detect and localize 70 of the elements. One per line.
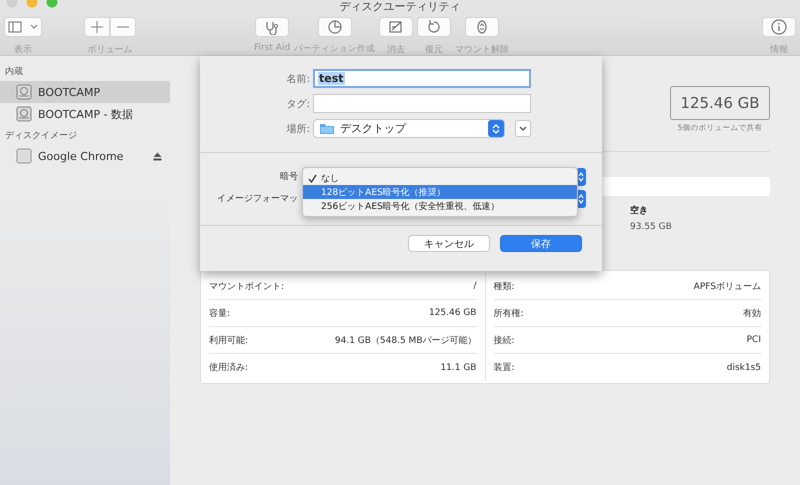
location-popup[interactable]: デスクトップ <box>313 119 505 138</box>
field-label: タグ: <box>286 98 311 110</box>
save-button[interactable]: 保存 <box>500 235 582 252</box>
checkmark-icon <box>308 174 316 182</box>
info-button[interactable] <box>762 17 796 37</box>
drive-icon <box>16 84 32 100</box>
info-label: マウントポイント: <box>209 280 284 292</box>
sidebar-item[interactable]: BOOTCAMP - 数据 <box>0 103 170 125</box>
drive-icon <box>16 106 32 122</box>
info-label: 種類: <box>494 280 515 292</box>
info-label: 使用済み: <box>209 362 248 374</box>
free-value: 93.55 GB <box>630 222 673 232</box>
field-label: イメージフォーマッ <box>216 193 298 205</box>
info-label: 接続: <box>494 334 515 346</box>
section-header: 内蔵 <box>4 66 24 79</box>
remove-button[interactable] <box>110 17 136 37</box>
capacity-box: 125.46 GB <box>670 86 770 120</box>
plus-icon <box>91 21 103 33</box>
cancel-button[interactable]: キャンセル <box>408 235 490 252</box>
window-title: ディスクユーティリティ <box>340 0 460 14</box>
tag-field[interactable] <box>313 94 531 113</box>
info-value: 有効 <box>743 308 761 320</box>
info-value: disk1s5 <box>726 362 761 372</box>
chevron-icon <box>30 24 38 30</box>
info-label: 所有権: <box>494 308 524 320</box>
pie-chart-icon <box>326 19 344 35</box>
sidebar-item[interactable]: BOOTCAMP <box>0 81 170 103</box>
firstaid-button[interactable] <box>255 17 290 37</box>
info-label: 利用可能: <box>209 334 248 346</box>
free-label: 空き <box>630 204 649 217</box>
toolbar-label: パーティション作成 <box>294 43 376 55</box>
stepper-icon <box>578 192 584 204</box>
partition-button[interactable] <box>318 17 352 37</box>
toolbar-label: 復元 <box>425 44 444 56</box>
info-icon <box>770 19 788 35</box>
section-header: ディスクイメージ <box>4 130 78 143</box>
menu-item[interactable]: 256ビットAES暗号化（安全性重視、低速） <box>303 199 577 213</box>
expand-button[interactable] <box>515 120 531 137</box>
menu-item[interactable]: 128ビットAES暗号化（推奨） <box>303 185 577 199</box>
sidebar-icon <box>8 21 22 33</box>
info-value: APFSボリューム <box>694 280 761 292</box>
info-label: 装置: <box>494 362 515 374</box>
sidebar-item[interactable]: Google Chrome <box>0 145 170 167</box>
info-value: / <box>473 281 476 291</box>
info-value: 94.1 GB（548.5 MBパージ可能） <box>334 334 476 346</box>
field-label: 場所: <box>286 122 311 136</box>
menu-item[interactable]: なし <box>303 171 577 185</box>
chevron-icon <box>519 126 527 132</box>
unmount-button[interactable] <box>465 17 500 37</box>
toolbar-label: 情報 <box>770 44 788 56</box>
field-label: 名前: <box>286 72 311 86</box>
info-value: 125.46 GB <box>428 308 476 318</box>
toolbar-label: First Aid <box>254 43 290 53</box>
toolbar-label: 表示 <box>14 44 32 56</box>
drive-icon <box>16 148 32 164</box>
stepper-icon <box>492 122 500 134</box>
info-value: PCI <box>746 335 761 345</box>
toolbar-label: ボリューム <box>88 44 132 56</box>
info-label: 容量: <box>209 308 230 320</box>
info-value: 11.1 GB <box>440 362 476 372</box>
toolbar-label: マウント解除 <box>455 44 510 56</box>
field-label: 暗号 <box>279 170 298 183</box>
toolbar-label: 消去 <box>387 44 406 56</box>
erase-button[interactable] <box>379 17 414 37</box>
folder-icon <box>319 122 335 135</box>
name-field[interactable]: test <box>313 69 531 88</box>
restore-button[interactable] <box>417 17 452 37</box>
stepper-icon <box>578 170 584 182</box>
view-button[interactable] <box>4 17 42 37</box>
add-button[interactable] <box>84 17 110 37</box>
